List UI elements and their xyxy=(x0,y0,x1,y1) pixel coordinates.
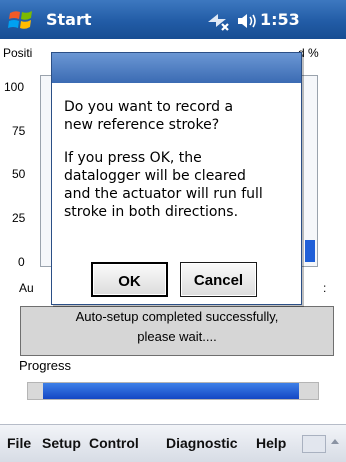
tick-label: 0 xyxy=(18,255,25,269)
dialog-question-line1: Do you want to record a xyxy=(64,99,234,115)
tick-label: 100 xyxy=(4,80,25,94)
menu-setup[interactable]: Setup xyxy=(42,435,81,451)
tick-label: 25 xyxy=(12,211,26,225)
ok-button[interactable]: OK xyxy=(91,262,168,297)
confirm-dialog: Do you want to record a new reference st… xyxy=(51,52,302,305)
menu-control[interactable]: Control xyxy=(89,435,139,451)
window-title[interactable]: Start xyxy=(46,10,92,29)
menu-diagnostic[interactable]: Diagnostic xyxy=(166,435,238,451)
dialog-title-bar xyxy=(52,53,301,83)
chevron-up-icon[interactable] xyxy=(331,439,339,444)
tick-label: 75 xyxy=(12,124,26,138)
title-bar: Start 1:53 xyxy=(0,0,346,39)
volume-icon[interactable] xyxy=(236,12,258,30)
windows-start-icon[interactable] xyxy=(7,6,35,34)
status-box: Auto-setup completed successfully, pleas… xyxy=(20,306,334,356)
position-bar xyxy=(305,240,315,262)
menu-bar: File Setup Control Diagnostic Help xyxy=(0,424,346,462)
auto-setup-label: Au xyxy=(19,281,34,295)
menu-help[interactable]: Help xyxy=(256,435,286,451)
dialog-detail-line1: If you press OK, the xyxy=(64,150,202,166)
clock[interactable]: 1:53 xyxy=(260,10,300,29)
connectivity-icon[interactable] xyxy=(206,10,230,32)
status-text-line1: Auto-setup completed successfully, xyxy=(75,309,279,324)
dialog-detail-line4: stroke in both directions. xyxy=(64,204,239,220)
tick-label: 50 xyxy=(12,167,26,181)
keyboard-icon[interactable] xyxy=(302,435,326,453)
dialog-detail-line2: datalogger will be cleared xyxy=(64,168,246,184)
status-text-line2: please wait.... xyxy=(137,329,217,344)
progress-bar xyxy=(27,382,319,400)
progress-fill xyxy=(43,383,299,399)
auto-setup-label-right: : xyxy=(323,281,327,295)
progress-label: Progress xyxy=(19,358,72,373)
position-label: Positi xyxy=(3,46,33,60)
cancel-button[interactable]: Cancel xyxy=(180,262,257,297)
dialog-question-line2: new reference stroke? xyxy=(64,117,220,133)
menu-file[interactable]: File xyxy=(7,435,31,451)
dialog-detail-line3: and the actuator will run full xyxy=(64,186,263,202)
